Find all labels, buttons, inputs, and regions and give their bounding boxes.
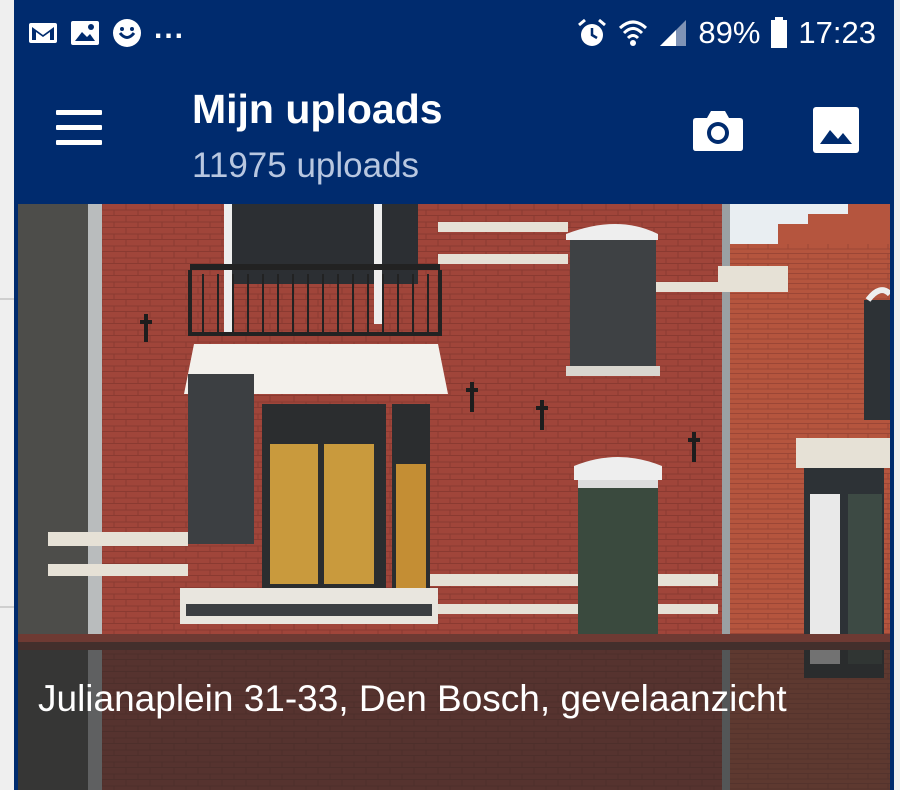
page-title: Mijn uploads <box>192 86 443 132</box>
gmail-icon <box>28 21 58 45</box>
battery-icon <box>770 17 788 49</box>
smiley-icon <box>112 18 142 48</box>
upload-count: 11975 uploads <box>192 146 420 185</box>
gallery-button[interactable] <box>812 106 860 154</box>
status-bar: ... 89% 17:23 <box>14 0 894 66</box>
clock-time: 17:23 <box>798 15 876 50</box>
camera-button[interactable] <box>692 108 744 152</box>
camera-icon <box>693 111 743 151</box>
alarm-icon <box>576 17 608 49</box>
photo-caption-overlay: Julianaplein 31-33, Den Bosch, gevelaanz… <box>18 642 890 790</box>
upload-photo-card[interactable]: Julianaplein 31-33, Den Bosch, gevelaanz… <box>18 204 890 790</box>
image-icon <box>70 20 100 46</box>
app-window: ... 89% 17:23 Mijn uploads 11975 uploads… <box>14 0 894 790</box>
menu-button[interactable] <box>56 110 104 150</box>
battery-percentage: 89% <box>698 15 761 50</box>
background-divider <box>0 606 14 608</box>
photo-caption: Julianaplein 31-33, Den Bosch, gevelaanz… <box>38 678 787 719</box>
hamburger-icon <box>56 110 102 115</box>
background-divider <box>0 298 14 300</box>
signal-icon <box>658 18 688 48</box>
app-bar: Mijn uploads 11975 uploads <box>14 66 894 198</box>
wifi-icon <box>618 18 648 48</box>
gallery-icon <box>813 107 859 153</box>
more-notifications: ... <box>154 12 186 45</box>
